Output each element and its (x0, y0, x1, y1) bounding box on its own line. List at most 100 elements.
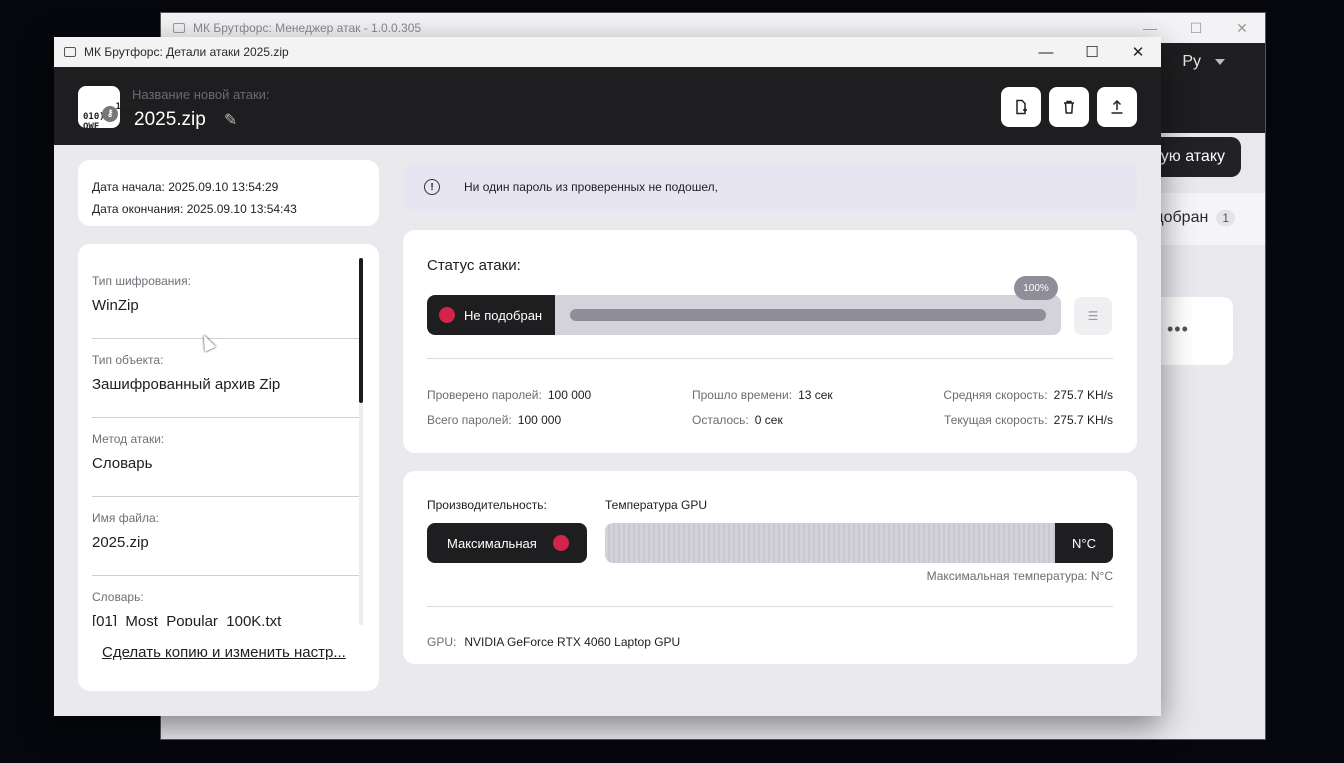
info-list[interactable]: Тип шифрования: WinZip Тип объекта: Заши… (92, 260, 360, 626)
progress-percent-badge: 100% (1014, 276, 1058, 300)
tab-count-badge: 1 (1216, 210, 1235, 226)
info-value: WinZip (92, 297, 139, 314)
max-temperature: Максимальная температура: N°C (926, 569, 1113, 583)
info-icon: ! (424, 179, 440, 195)
titlebar: МК Брутфорс: Детали атаки 2025.zip (54, 37, 1161, 67)
avg-speed-value: 275.7 KH/s (1053, 388, 1113, 402)
checked-label: Проверено паролей: (427, 388, 542, 402)
info-value: Зашифрованный архив Zip (92, 376, 281, 393)
gpu-temperature-label: Температура GPU (605, 498, 708, 512)
info-label: Имя файла: (92, 511, 159, 525)
gpu-name: NVIDIA GeForce RTX 4060 Laptop GPU (464, 635, 681, 649)
elapsed-label: Прошло времени: (692, 388, 793, 402)
start-date: Дата начала: 2025.09.10 13:54:29 (92, 180, 279, 194)
add-file-icon (1016, 99, 1027, 115)
average-speed: Средняя скорость: 275.7 KH/s (943, 388, 1113, 402)
dates-card: Дата начала: 2025.09.10 13:54:29 Дата ок… (78, 160, 379, 226)
list-icon: ☰ (1087, 309, 1099, 323)
info-value: Словарь (92, 455, 153, 472)
header: 100X0 010) QWE ⚷ Название новой атаки: 2… (54, 67, 1161, 145)
attack-name: 2025.zip ✎ (134, 109, 237, 131)
status-badge: Не подобран (427, 295, 555, 335)
progress-fill (570, 309, 1046, 321)
cur-speed-value: 275.7 KH/s (1053, 413, 1113, 427)
trash-icon (1064, 100, 1074, 114)
result-alert: ! Ни один пароль из проверенных не подош… (404, 163, 1137, 211)
maximize-button[interactable]: ☐ (1069, 37, 1115, 67)
minimize-button[interactable]: — (1023, 37, 1069, 67)
gpu-info: GPU: NVIDIA GeForce RTX 4060 Laptop GPU (427, 635, 680, 649)
checked-passwords: Проверено паролей: 100 000 (427, 388, 591, 402)
window-title: МК Брутфорс: Детали атаки 2025.zip (84, 45, 289, 59)
list-item: Тип шифрования: WinZip (92, 260, 360, 339)
performance-card: Производительность: Температура GPU Макс… (403, 471, 1137, 664)
add-file-button[interactable] (1001, 87, 1041, 127)
upload-icon (1111, 99, 1123, 114)
app-icon (64, 47, 76, 57)
gpu-temperature-bar: N°C (605, 523, 1113, 563)
attack-name-caption: Название новой атаки: (132, 87, 270, 102)
bg-close-button[interactable]: ✕ (1219, 13, 1265, 43)
attack-details-window: МК Брутфорс: Детали атаки 2025.zip — ☐ ✕… (54, 37, 1161, 716)
close-button[interactable]: ✕ (1115, 37, 1161, 67)
progress-track (570, 309, 1046, 321)
divider (427, 358, 1113, 359)
app-icon (173, 23, 185, 33)
gpu-label: GPU: (427, 635, 457, 649)
info-value: [01]_Most_Popular_100K.txt (92, 613, 282, 626)
status-text: Не подобран (464, 307, 543, 323)
info-label: Метод атаки: (92, 432, 165, 446)
info-label: Словарь: (92, 590, 144, 604)
status-dot-icon (439, 307, 455, 323)
alert-text: Ни один пароль из проверенных не подошел… (464, 180, 718, 194)
window-controls: — ☐ ✕ (1023, 37, 1161, 67)
scrollbar-thumb[interactable] (359, 258, 363, 403)
end-date: Дата окончания: 2025.09.10 13:54:43 (92, 202, 297, 216)
list-item: Тип объекта: Зашифрованный архив Zip (92, 339, 360, 418)
more-icon[interactable]: ••• (1167, 319, 1189, 340)
avg-speed-label: Средняя скорость: (943, 388, 1048, 402)
info-label: Тип шифрования: (92, 274, 191, 288)
language-label: Ру (1182, 53, 1201, 70)
remaining-label: Осталось: (692, 413, 749, 427)
attack-info-card: Тип шифрования: WinZip Тип объекта: Заши… (78, 244, 379, 691)
bg-maximize-button[interactable]: ☐ (1173, 13, 1219, 43)
key-icon: ⚷ (102, 106, 118, 122)
checked-value: 100 000 (547, 388, 592, 402)
attack-name-value: 2025.zip (134, 109, 206, 130)
bg-window-title: МК Брутфорс: Менеджер атак - 1.0.0.305 (193, 21, 422, 35)
scrollbar-track[interactable] (359, 403, 363, 625)
status-dot-icon (552, 535, 569, 551)
total-value: 100 000 (517, 413, 562, 427)
chevron-down-icon (1215, 59, 1225, 65)
progress-bar: Не подобран (427, 295, 1061, 335)
delete-button[interactable] (1049, 87, 1089, 127)
remaining-value: 0 сек (754, 413, 783, 427)
status-title: Статус атаки: (427, 257, 521, 274)
performance-mode-text: Максимальная (447, 535, 537, 551)
info-label: Тип объекта: (92, 353, 164, 367)
elapsed-time: Прошло времени: 13 сек (692, 388, 833, 402)
gpu-temperature-value: N°C (1055, 523, 1113, 563)
language-selector[interactable]: Ру (1182, 53, 1225, 71)
list-item: Метод атаки: Словарь (92, 418, 360, 497)
cur-speed-label: Текущая скорость: (944, 413, 1048, 427)
current-speed: Текущая скорость: 275.7 KH/s (944, 413, 1113, 427)
divider (427, 606, 1113, 607)
list-item: Имя файла: 2025.zip (92, 497, 360, 576)
total-passwords: Всего паролей: 100 000 (427, 413, 561, 427)
log-button[interactable]: ☰ (1074, 297, 1112, 335)
list-item: Словарь: [01]_Most_Popular_100K.txt (92, 576, 360, 626)
copy-and-edit-link[interactable]: Сделать копию и изменить настр... (102, 644, 362, 661)
export-button[interactable] (1097, 87, 1137, 127)
app-logo: 100X0 010) QWE ⚷ (78, 86, 143, 132)
new-attack-label: ую атаку (1160, 148, 1225, 165)
pencil-icon[interactable]: ✎ (224, 110, 237, 130)
total-label: Всего паролей: (427, 413, 512, 427)
elapsed-value: 13 сек (798, 388, 833, 402)
info-value: 2025.zip (92, 534, 149, 551)
performance-mode-button[interactable]: Максимальная (427, 523, 587, 563)
remaining-time: Осталось: 0 сек (692, 413, 783, 427)
performance-label: Производительность: (427, 498, 547, 512)
status-card: Статус атаки: Не подобран 100% ☰ Провере… (403, 230, 1137, 453)
